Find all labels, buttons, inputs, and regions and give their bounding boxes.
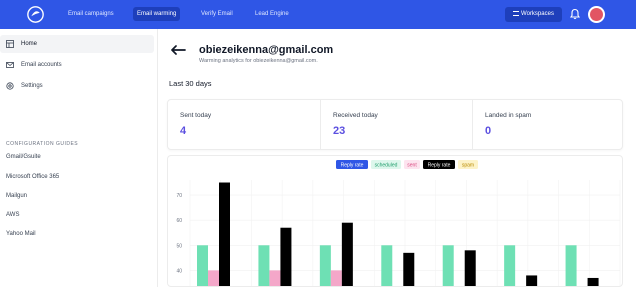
bar-scheduled bbox=[381, 245, 393, 286]
top-navbar: Email campaigns Email warming Verify Ema… bbox=[0, 0, 636, 29]
avatar-image bbox=[590, 8, 603, 21]
stat-card-sent: Sent today 4 bbox=[168, 100, 320, 149]
menu-icon bbox=[513, 11, 520, 16]
page-subtitle: Warming analytics for obiezeikenna@gmail… bbox=[199, 58, 318, 64]
legend-label: scheduled bbox=[375, 163, 398, 169]
page-title: obiezeikenna@gmail.com bbox=[199, 44, 334, 56]
bar-reply-rate bbox=[526, 275, 538, 286]
guide-link-aws[interactable]: AWS bbox=[6, 212, 19, 218]
main-content: obiezeikenna@gmail.com Warming analytics… bbox=[158, 29, 636, 287]
nav-verify-email[interactable]: Verify Email bbox=[201, 7, 233, 21]
logo-icon[interactable] bbox=[27, 6, 44, 23]
bar-scheduled bbox=[442, 245, 454, 286]
envelope-icon bbox=[6, 62, 14, 68]
gear-icon bbox=[6, 82, 14, 90]
nav-lead-engine[interactable]: Lead Engine bbox=[255, 7, 289, 21]
stat-card-received: Received today 23 bbox=[320, 100, 472, 149]
arrow-left-icon[interactable] bbox=[170, 45, 186, 55]
stats-cards: Sent today 4 Received today 23 Landed in… bbox=[167, 99, 623, 150]
guide-link-yahoo[interactable]: Yahoo Mail bbox=[6, 231, 36, 237]
bar-sent bbox=[330, 270, 342, 286]
guide-link-office365[interactable]: Microsoft Office 365 bbox=[6, 174, 59, 180]
nav-email-warming[interactable]: Email warming bbox=[133, 7, 181, 21]
y-tick-label: 40 bbox=[176, 268, 182, 274]
user-avatar[interactable] bbox=[588, 6, 605, 23]
legend-label: Reply rate bbox=[428, 163, 451, 169]
home-icon bbox=[6, 40, 14, 48]
period-label: Last 30 days bbox=[169, 79, 212, 88]
bar-reply-rate bbox=[280, 227, 292, 286]
stat-value: 4 bbox=[180, 125, 187, 137]
stat-value: 0 bbox=[485, 125, 492, 137]
bar-scheduled bbox=[504, 245, 516, 286]
guide-link-mailgun[interactable]: Mailgun bbox=[6, 193, 27, 199]
guides-heading: CONFIGURATION GUIDES bbox=[6, 141, 79, 147]
warming-chart: Reply rate scheduled sent Reply rate spam 40 5… bbox=[167, 155, 623, 287]
sidebar-item-label: Settings bbox=[21, 83, 43, 89]
workspaces-label: Workspaces bbox=[521, 11, 554, 17]
bar-sent bbox=[269, 270, 281, 286]
legend-label: sent bbox=[407, 163, 417, 169]
stat-label: Sent today bbox=[180, 112, 212, 119]
bar-reply-rate bbox=[587, 277, 599, 286]
sidebar-item-label: Home bbox=[21, 41, 38, 47]
y-tick-label: 70 bbox=[176, 193, 182, 199]
legend-label: Reply rate bbox=[341, 163, 364, 169]
bar-scheduled bbox=[565, 245, 577, 286]
bar-sent bbox=[208, 270, 219, 286]
sidebar: Home Email accounts Settings CONFIGURATI… bbox=[0, 29, 158, 287]
sidebar-item-email-accounts[interactable]: Email accounts bbox=[0, 56, 154, 74]
chart-svg: Reply rate scheduled sent Reply rate spam 40 5… bbox=[176, 160, 621, 286]
y-tick-label: 50 bbox=[176, 243, 182, 249]
stat-value: 23 bbox=[333, 125, 346, 137]
stat-label: Landed in spam bbox=[485, 112, 532, 119]
workspaces-button[interactable]: Workspaces bbox=[505, 7, 562, 22]
bar-reply-rate bbox=[341, 222, 353, 286]
bell-icon[interactable] bbox=[569, 8, 581, 20]
stat-label: Received today bbox=[333, 112, 378, 119]
guide-link-gmail[interactable]: Gmail/Gsuite bbox=[6, 154, 41, 160]
bar-reply-rate bbox=[464, 250, 476, 286]
sidebar-item-home[interactable]: Home bbox=[0, 35, 154, 53]
stat-card-spam: Landed in spam 0 bbox=[472, 100, 622, 149]
bar-reply-rate bbox=[403, 252, 415, 286]
bar-scheduled bbox=[197, 245, 208, 286]
bar-scheduled bbox=[258, 245, 270, 286]
bar-reply-rate bbox=[219, 182, 230, 286]
sidebar-item-settings[interactable]: Settings bbox=[0, 77, 154, 95]
sidebar-item-label: Email accounts bbox=[21, 62, 62, 68]
nav-email-campaigns[interactable]: Email campaigns bbox=[68, 7, 114, 21]
legend-label: spam bbox=[462, 163, 474, 169]
bar-scheduled bbox=[319, 245, 331, 286]
y-tick-label: 60 bbox=[176, 218, 182, 224]
